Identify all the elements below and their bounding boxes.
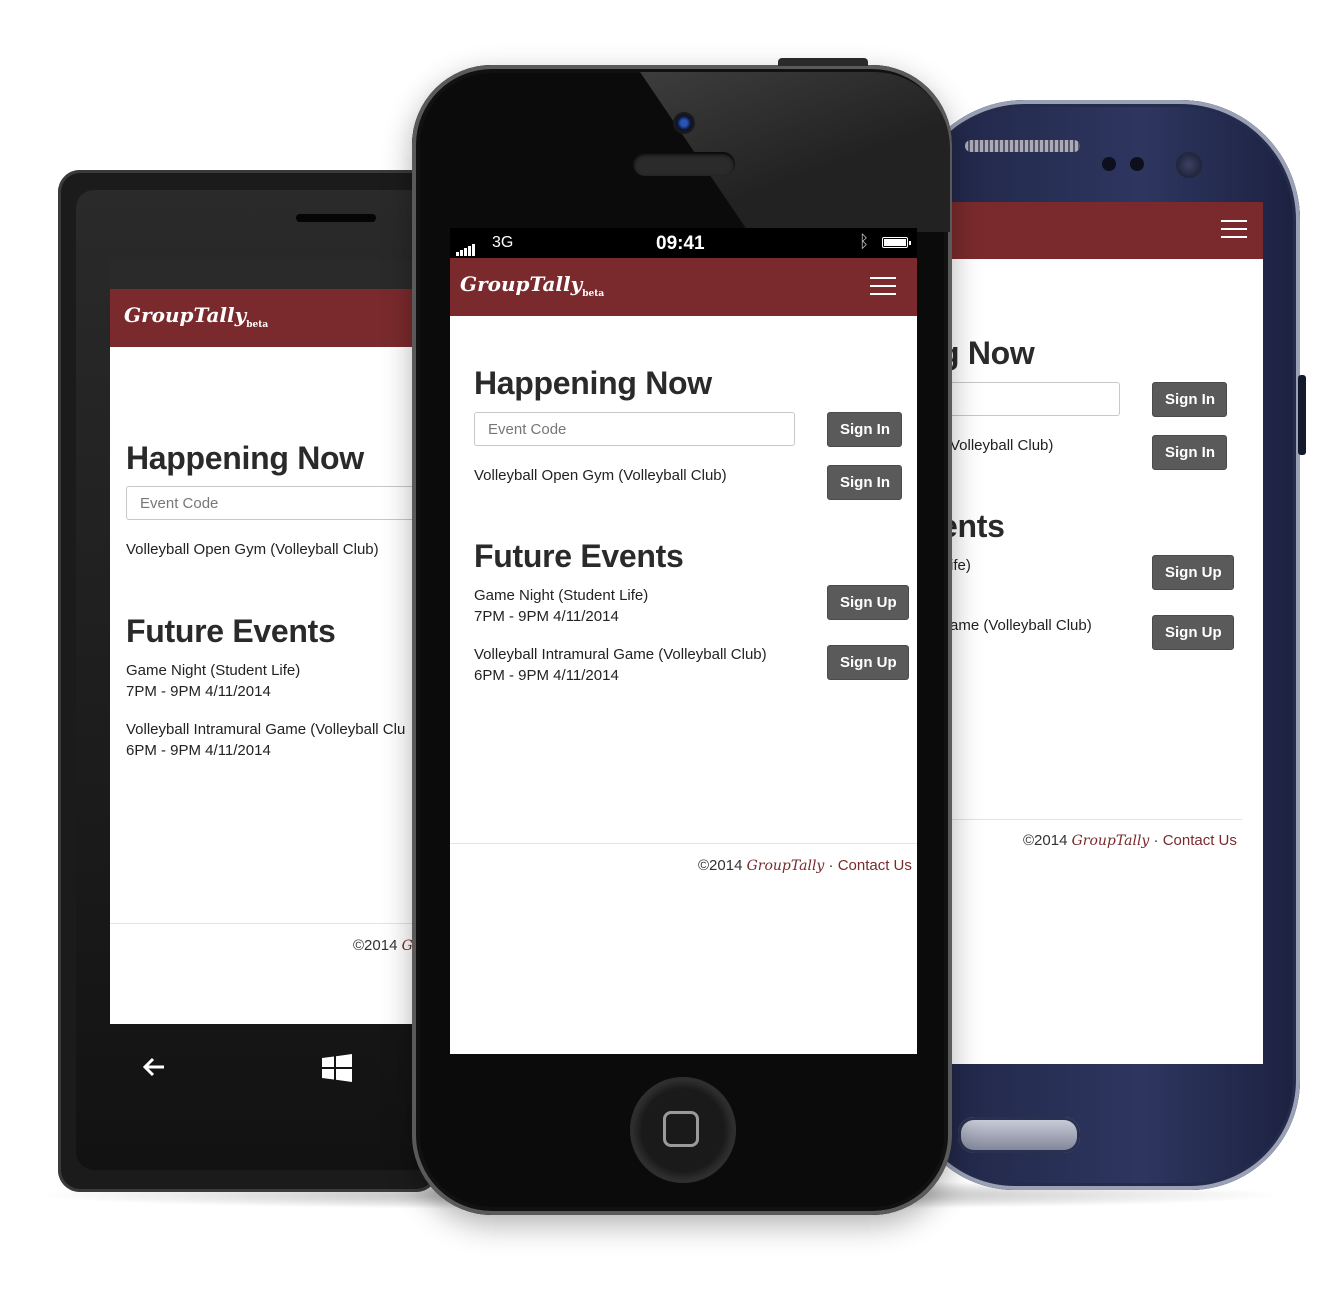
iphone-screen: 3G 09:41 ᛒ GroupTallybeta Happening Now … bbox=[450, 228, 917, 1054]
future-event-time: 7PM - 9PM 4/11/2014 bbox=[126, 683, 271, 700]
footer: ©2014 GroupTally · Contact Us bbox=[1023, 832, 1237, 849]
windows-logo-icon[interactable] bbox=[322, 1054, 352, 1082]
sign-up-button[interactable]: Sign Up bbox=[1152, 615, 1234, 650]
footer-divider bbox=[110, 923, 430, 924]
sign-up-button[interactable]: Sign Up bbox=[1152, 555, 1234, 590]
sign-in-button[interactable]: Sign In bbox=[827, 412, 902, 447]
happening-now-heading: g Now bbox=[940, 335, 1035, 371]
status-bar bbox=[110, 260, 430, 289]
hamburger-icon[interactable] bbox=[870, 277, 896, 295]
back-arrow-icon[interactable] bbox=[142, 1056, 166, 1078]
future-event-name: ife) bbox=[950, 557, 971, 574]
future-event-time: 6PM - 9PM 4/11/2014 bbox=[126, 742, 271, 759]
samsung-front-camera bbox=[1176, 152, 1202, 178]
samsung-phone-screen: g Now Sign In Volleyball Club) Sign In e… bbox=[930, 202, 1263, 1064]
future-events-heading: Future Events bbox=[126, 613, 336, 649]
future-event-name: Volleyball Intramural Game (Volleyball C… bbox=[474, 646, 767, 663]
navbar bbox=[930, 202, 1263, 259]
network-type: 3G bbox=[492, 234, 514, 251]
footer: ©2014 G bbox=[353, 937, 413, 954]
footer: ©2014 GroupTally · Contact Us bbox=[698, 857, 912, 874]
samsung-side-button bbox=[1298, 375, 1306, 455]
windows-softkeys bbox=[76, 1030, 436, 1110]
happening-event-name: Volleyball Open Gym (Volleyball Club) bbox=[474, 467, 727, 484]
event-code-input[interactable] bbox=[930, 382, 1120, 416]
windows-phone-speaker bbox=[296, 214, 376, 222]
event-code-input[interactable]: Event Code bbox=[474, 412, 795, 446]
contact-us-link[interactable]: Contact Us bbox=[1163, 832, 1237, 849]
future-event-name: Game Night (Student Life) bbox=[126, 662, 301, 679]
future-event-name: ame (Volleyball Club) bbox=[950, 617, 1092, 634]
navbar: GroupTallybeta bbox=[110, 289, 430, 347]
samsung-sensor bbox=[1130, 157, 1144, 171]
future-event-name: Game Night (Student Life) bbox=[474, 587, 649, 604]
sign-up-button[interactable]: Sign Up bbox=[827, 645, 909, 680]
brand-logo[interactable]: GroupTallybeta bbox=[460, 272, 604, 299]
future-event-name: Volleyball Intramural Game (Volleyball C… bbox=[126, 721, 406, 738]
samsung-sensor bbox=[1102, 157, 1116, 171]
brand-logo[interactable]: GroupTallybeta bbox=[124, 303, 268, 330]
sign-up-button[interactable]: Sign Up bbox=[827, 585, 909, 620]
signal-icon bbox=[456, 238, 476, 256]
footer-divider bbox=[450, 843, 917, 844]
happening-now-heading: Happening Now bbox=[126, 440, 364, 476]
clock: 09:41 bbox=[656, 233, 705, 254]
footer-brand[interactable]: GroupTally bbox=[1072, 833, 1150, 849]
battery-icon bbox=[882, 237, 911, 248]
windows-phone-screen: GroupTallybeta Happening Now Event Code … bbox=[110, 260, 430, 1024]
samsung-speaker bbox=[965, 140, 1080, 152]
bluetooth-icon: ᛒ bbox=[859, 232, 870, 251]
sign-in-button[interactable]: Sign In bbox=[827, 465, 902, 500]
iphone-speaker bbox=[633, 152, 735, 176]
hamburger-icon[interactable] bbox=[1221, 220, 1247, 238]
sign-in-button[interactable]: Sign In bbox=[1152, 435, 1227, 470]
future-event-time: 6PM - 9PM 4/11/2014 bbox=[474, 667, 619, 684]
future-events-heading: Future Events bbox=[474, 538, 684, 574]
iphone-front-camera bbox=[673, 112, 695, 134]
contact-us-link[interactable]: Contact Us bbox=[838, 857, 912, 874]
footer-brand[interactable]: GroupTally bbox=[747, 858, 825, 874]
happening-event-name: Volleyball Club) bbox=[950, 437, 1054, 454]
future-event-time: 7PM - 9PM 4/11/2014 bbox=[474, 608, 619, 625]
event-code-input[interactable]: Event Code bbox=[126, 486, 430, 520]
home-square-icon bbox=[663, 1111, 699, 1147]
sign-in-button[interactable]: Sign In bbox=[1152, 382, 1227, 417]
happening-now-heading: Happening Now bbox=[474, 365, 712, 401]
footer-divider bbox=[930, 819, 1242, 820]
samsung-home-button[interactable] bbox=[958, 1117, 1080, 1153]
navbar: GroupTallybeta bbox=[450, 258, 917, 316]
iphone-power-button bbox=[778, 58, 868, 66]
status-bar: 3G 09:41 ᛒ bbox=[450, 228, 917, 258]
happening-event-name: Volleyball Open Gym (Volleyball Club) bbox=[126, 541, 379, 558]
